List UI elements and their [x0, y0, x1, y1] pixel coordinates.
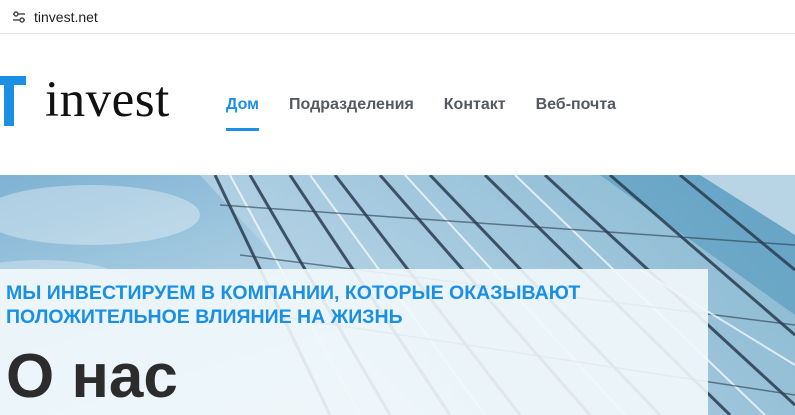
nav-item-divisions[interactable]: Подразделения — [289, 96, 414, 114]
nav-item-contact[interactable]: Контакт — [444, 96, 506, 114]
nav-item-home[interactable]: Дом — [226, 96, 259, 131]
tune-icon — [13, 10, 25, 23]
nav-item-webmail[interactable]: Веб-почта — [536, 96, 617, 114]
hero-title: О нас — [6, 342, 178, 411]
site-info-button[interactable] — [8, 6, 30, 28]
logo-text: invest — [45, 72, 170, 128]
browser-address-bar[interactable]: tinvest.net — [0, 0, 795, 34]
site-header: invest Дом Подразделения Контакт Веб-поч… — [0, 34, 795, 175]
hero-subtitle: МЫ ИНВЕСТИРУЕМ В КОМПАНИИ, КОТОРЫЕ ОКАЗЫ… — [6, 282, 581, 328]
main-nav: Дом Подразделения Контакт Веб-почта — [226, 96, 646, 131]
logo-mark — [0, 76, 26, 126]
hero-section: МЫ ИНВЕСТИРУЕМ В КОМПАНИИ, КОТОРЫЕ ОКАЗЫ… — [0, 175, 795, 415]
url-text[interactable]: tinvest.net — [34, 9, 98, 25]
